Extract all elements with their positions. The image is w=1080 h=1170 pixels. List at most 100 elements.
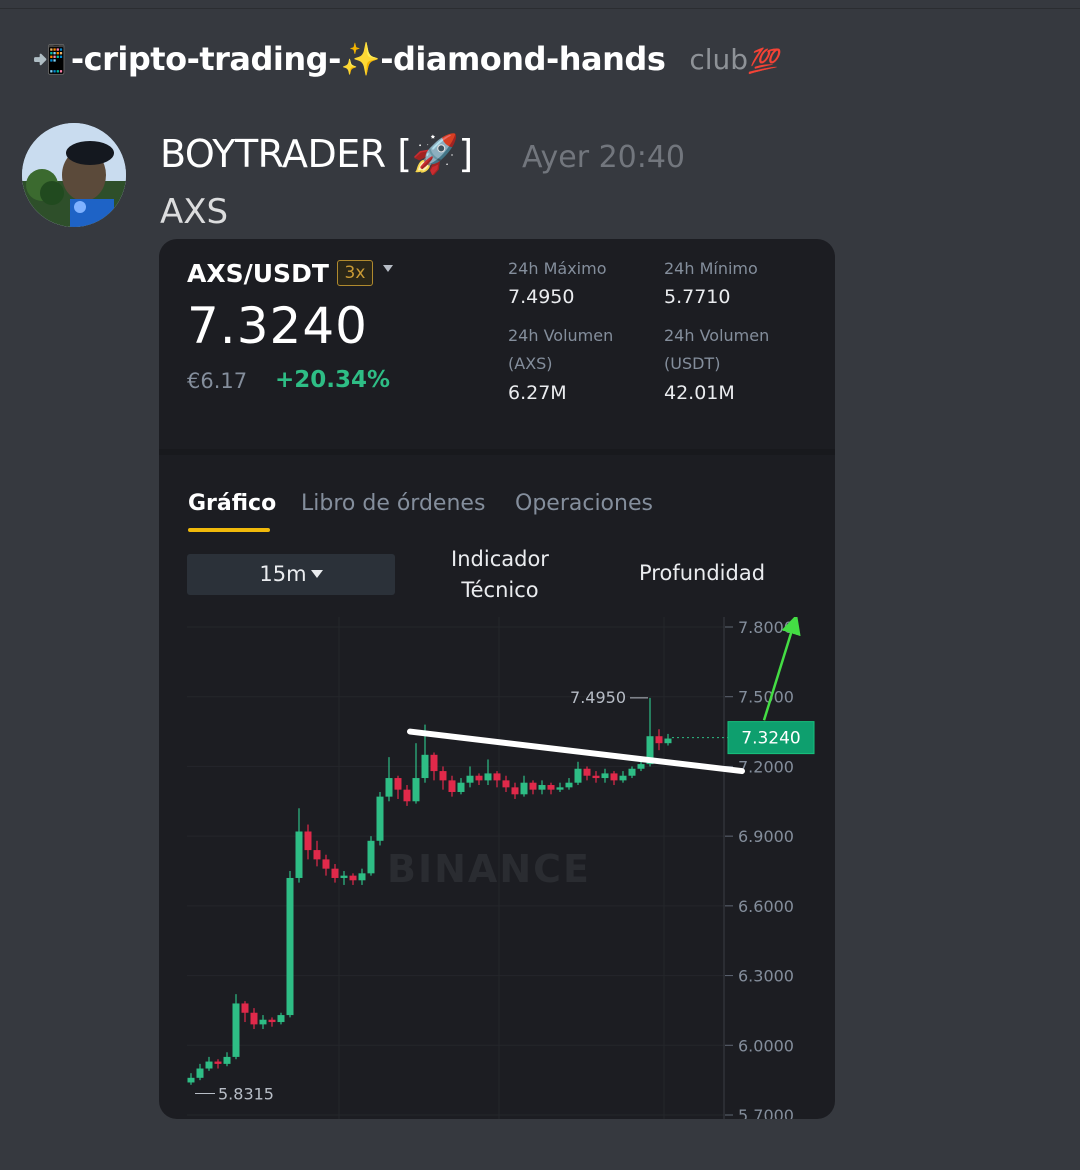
candle-body: [322, 859, 330, 869]
candle-body: [565, 782, 573, 788]
candle-body: [223, 1056, 231, 1064]
candle-body: [619, 775, 627, 781]
technical-indicator-button[interactable]: Indicador Técnico: [439, 544, 561, 606]
candle-body: [367, 840, 375, 874]
candle-body: [610, 773, 618, 781]
candle-body: [331, 868, 339, 878]
candle-body: [655, 736, 663, 744]
candle-body: [457, 782, 465, 792]
candle-body: [268, 1019, 276, 1023]
indicator-label-line1: Indicador: [451, 547, 549, 571]
message-timestamp: Ayer 20:40: [522, 140, 686, 175]
leverage-badge: 3x: [337, 260, 373, 286]
candle-body: [583, 768, 591, 776]
candle-body: [556, 787, 564, 790]
candle-body: [484, 773, 492, 781]
y-axis-tick-label: 5.7000: [738, 1106, 794, 1119]
candle-body: [529, 782, 537, 790]
candle-body: [664, 738, 672, 744]
high-label: 24h Máximo: [508, 259, 607, 278]
candle-body: [358, 873, 366, 881]
candlestick-chart[interactable]: BINANCE 7.8000 7.5000 7.2000 6.9000 6.6000 6.…: [159, 617, 835, 1119]
candle-body: [628, 768, 636, 776]
channel-header[interactable]: 📲 -cripto-trading-✨-diamond-hands club💯: [32, 34, 778, 84]
phone-arrow-emoji-icon: 📲: [32, 42, 67, 76]
vol-quote-value: 42.01M: [664, 382, 735, 404]
candle-body: [448, 780, 456, 792]
y-axis-tick-label: 6.9000: [738, 827, 794, 846]
candle-body: [421, 754, 429, 779]
low-value: 5.7710: [664, 286, 731, 308]
candle-body: [412, 778, 420, 802]
y-axis-tick-label: 6.3000: [738, 967, 794, 986]
y-axis-tick-label: 7.2000: [738, 757, 794, 776]
candle-body: [196, 1068, 204, 1078]
candle-body: [547, 785, 555, 790]
tab-trades[interactable]: Operaciones: [515, 491, 653, 516]
y-axis-tick-label: 7.8000: [738, 618, 794, 637]
candle-body: [430, 754, 438, 772]
vol-quote-unit: (USDT): [664, 354, 721, 373]
header-divider: [159, 449, 835, 455]
avatar-image: [22, 123, 126, 227]
candle-body: [187, 1077, 195, 1083]
candle-body: [601, 773, 609, 779]
candle-body: [205, 1061, 213, 1069]
fiat-price: €6.17: [187, 369, 248, 393]
candle-body: [511, 787, 519, 795]
candle-body: [277, 1015, 285, 1023]
y-axis-tick-label: 6.6000: [738, 897, 794, 916]
candle-body: [214, 1061, 222, 1064]
y-axis: 7.8000 7.5000 7.2000 6.9000 6.6000 6.3000 6.00…: [723, 617, 794, 1119]
candle-body: [637, 764, 645, 769]
candle-body: [574, 768, 582, 783]
tab-chart[interactable]: Gráfico: [188, 491, 276, 516]
message-text: AXS: [160, 192, 229, 232]
candle-body: [394, 778, 402, 790]
low-marker-label: 5.8315: [218, 1084, 274, 1103]
candle-body: [520, 782, 528, 795]
candle-body: [538, 785, 546, 790]
depth-button[interactable]: Profundidad: [639, 561, 765, 585]
candle-body: [295, 831, 303, 878]
trading-pair[interactable]: AXS/USDT: [187, 259, 329, 288]
vol-base-label: 24h Volumen: [508, 326, 614, 345]
interval-label: 15m: [259, 562, 307, 586]
tab-order-book[interactable]: Libro de órdenes: [301, 491, 485, 516]
last-price-tag-label: 7.3240: [741, 729, 800, 749]
candle-body: [232, 1003, 240, 1057]
low-label: 24h Mínimo: [664, 259, 758, 278]
avatar[interactable]: [22, 123, 126, 227]
candle-body: [250, 1012, 258, 1025]
active-tab-indicator: [188, 528, 270, 532]
last-price: 7.3240: [187, 297, 368, 355]
vol-base-unit: (AXS): [508, 354, 553, 373]
candle-body: [286, 877, 294, 1016]
candle-body: [259, 1019, 267, 1025]
candle-body: [376, 796, 384, 841]
candle-body: [466, 775, 474, 783]
message-author[interactable]: BOYTRADER [🚀]: [160, 132, 473, 177]
candle-body: [439, 771, 447, 781]
high-marker-label: 7.4950: [570, 688, 626, 707]
candle-body: [304, 831, 312, 851]
candle-body: [403, 789, 411, 802]
channel-category-label: club: [689, 42, 749, 76]
candle-body: [313, 850, 321, 860]
candle-body: [502, 780, 510, 788]
channel-category: club💯: [689, 43, 778, 76]
interval-dropdown-icon: [310, 570, 323, 578]
channel-name[interactable]: -cripto-trading-✨-diamond-hands: [71, 40, 666, 78]
pair-dropdown-caret-icon[interactable]: [383, 265, 393, 272]
vol-base-value: 6.27M: [508, 382, 567, 404]
high-value: 7.4950: [508, 286, 575, 308]
candle-body: [241, 1003, 249, 1013]
indicator-label-line2: Técnico: [461, 578, 539, 602]
top-divider: [0, 8, 1080, 9]
candle-body: [592, 775, 600, 779]
candle-body: [385, 778, 393, 797]
y-axis-tick-label: 6.0000: [738, 1036, 794, 1055]
binance-watermark: BINANCE: [387, 847, 591, 891]
interval-selector[interactable]: 15m: [187, 554, 395, 595]
candle-body: [349, 875, 357, 881]
